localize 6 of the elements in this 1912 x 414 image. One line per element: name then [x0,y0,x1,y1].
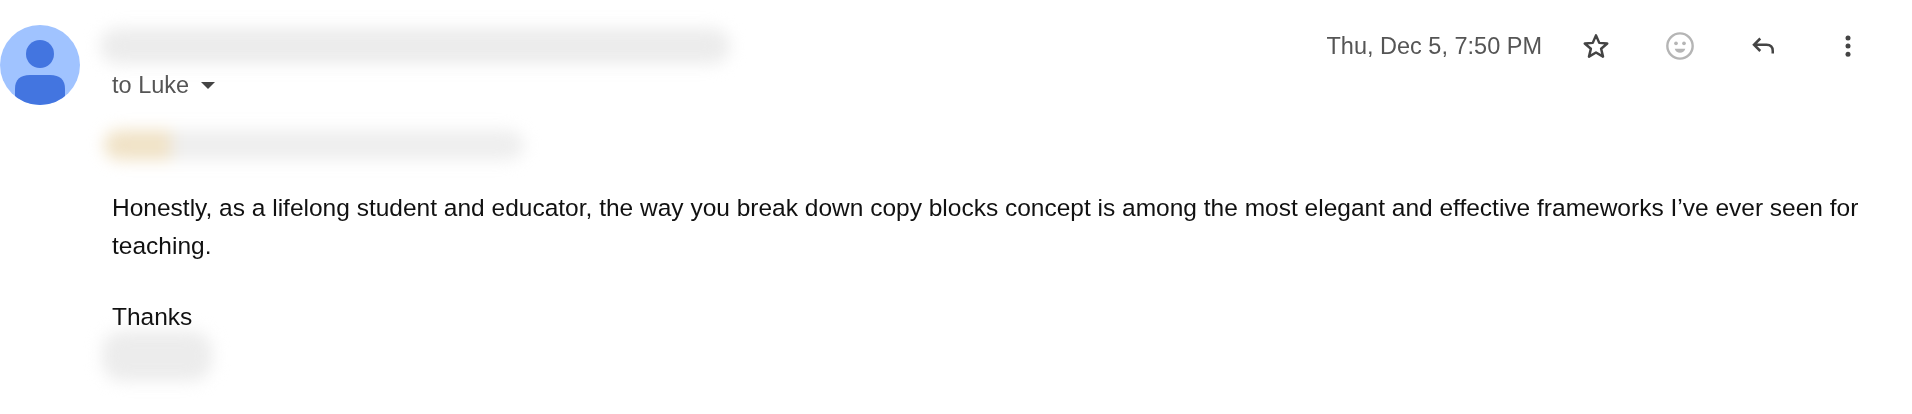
avatar-icon [0,25,80,105]
date-text: Thu, Dec 5, 7:50 PM [1326,32,1542,60]
closing-text: Thanks [112,303,194,331]
message-body: Honestly, as a lifelong student and educator, the way you break down copy blocks concept is among the most elegant and effective frameworks I’ve ever seen for teaching. [112,193,1860,261]
caret-icon [201,81,216,89]
recipient-dropdown[interactable]: to Luke [112,71,216,99]
